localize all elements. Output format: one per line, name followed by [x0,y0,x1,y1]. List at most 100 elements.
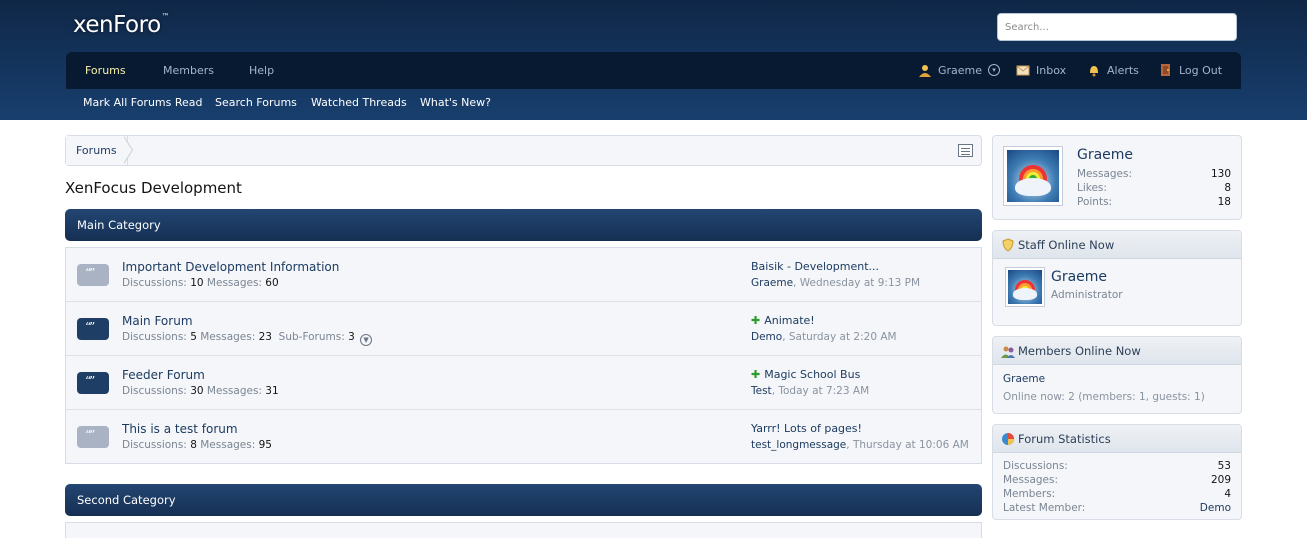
discussions-label: Discussions: [122,439,187,451]
account-username: Graeme [938,63,983,77]
forum-title[interactable]: Main Forum [122,314,193,328]
forum-read-icon[interactable] [77,426,109,448]
site-header: xenForo™ Forums Members Help Graeme ▾ In… [0,0,1307,120]
forum-node: Feeder Forum Discussions: 30 Messages: 3… [66,356,981,410]
discussions-count: 5 [190,331,197,343]
inbox-icon [1016,65,1030,76]
messages-label: Messages: [200,331,256,343]
breadcrumb-item-forums[interactable]: Forums [66,136,128,165]
forum-title[interactable]: Feeder Forum [122,368,205,382]
node-list [65,522,982,538]
stat-label: Messages: [1003,474,1059,486]
pie-chart-icon [1002,433,1014,445]
members-online-title: Members Online Now [1018,344,1141,358]
subforums-label: Sub-Forums: [278,331,345,343]
stat-value: 53 [1217,460,1231,472]
new-post-plus-icon: ✚ [751,368,761,381]
inbox-link[interactable]: Inbox [1016,63,1066,77]
new-post-plus-icon: ✚ [751,314,761,327]
forum-read-icon[interactable] [77,264,109,286]
search-input[interactable] [997,13,1237,41]
main-navigation: Forums Members Help Graeme ▾ Inbox Alert… [66,52,1241,89]
category-header[interactable]: Second Category [65,484,982,516]
last-post-time: Thursday at 10:06 AM [852,439,969,451]
visitor-stat-label: Messages: [1077,168,1133,180]
tab-help[interactable]: Help [249,64,274,77]
visitor-stat-value: 130 [1210,168,1231,180]
forum-title[interactable]: Important Development Information [122,260,339,274]
messages-count: 31 [265,385,279,397]
forum-stats: Discussions: 5 Messages: 23 Sub-Forums: … [122,331,373,346]
alerts-label: Alerts [1107,63,1139,77]
online-member-link[interactable]: Graeme [1003,373,1045,385]
staff-username[interactable]: Graeme [1051,269,1107,285]
tab-members[interactable]: Members [163,64,214,77]
account-menu[interactable]: Graeme ▾ [918,63,1001,77]
last-post-meta: test_longmessage, Thursday at 10:06 AM [751,439,969,451]
last-post-user[interactable]: Graeme [751,277,793,289]
messages-label: Messages: [206,277,262,289]
staff-online-title: Staff Online Now [1018,238,1115,252]
forum-node: This is a test forum Discussions: 8 Mess… [66,410,981,464]
logout-link[interactable]: Log Out [1159,63,1222,77]
bell-icon [1090,66,1098,77]
forum-title[interactable]: This is a test forum [122,422,238,436]
avatar[interactable] [1005,267,1045,307]
visitor-panel: Graeme Messages: 130 Likes: 8 Points: 18 [992,135,1242,220]
search-forums-link[interactable]: Search Forums [215,96,297,109]
forum-node: Important Development Information Discus… [66,248,981,302]
shield-icon [1002,238,1014,252]
last-post-title[interactable]: Yarrr! Lots of pages! [751,422,862,435]
page-title: XenFocus Development [65,179,242,197]
inbox-label: Inbox [1036,63,1067,77]
breadcrumb-separator-inner [123,136,132,164]
last-post-title[interactable]: ✚ Animate! [751,314,815,327]
visitor-stat-value: 8 [1224,182,1231,194]
discussions-count: 30 [190,385,204,397]
last-post-time: Saturday at 2:20 AM [788,331,897,343]
last-post-time: Wednesday at 9:13 PM [799,277,921,289]
discussions-count: 10 [190,277,204,289]
discussions-label: Discussions: [122,277,187,289]
messages-count: 23 [258,331,272,343]
last-post-title[interactable]: Baisik - Development... [751,260,879,273]
jump-menu-icon[interactable] [958,144,973,157]
members-online-panel: Members Online Now Graeme Online now: 2 … [992,336,1242,414]
forum-statistics-header: Forum Statistics [993,425,1241,453]
discussions-label: Discussions: [122,385,187,397]
subforums-dropdown-icon[interactable]: ▼ [360,334,373,346]
category-header[interactable]: Main Category [65,209,982,241]
latest-member-link[interactable]: Demo [1200,502,1231,514]
staff-online-header: Staff Online Now [993,231,1241,259]
visitor-username[interactable]: Graeme [1077,147,1133,163]
members-online-header: Members Online Now [993,337,1241,365]
last-post-time: Today at 7:23 AM [778,385,870,397]
last-post-title-text: Magic School Bus [764,368,861,381]
messages-count: 95 [258,439,272,451]
tab-forums[interactable]: Forums [85,64,126,77]
forum-unread-icon[interactable] [77,372,109,394]
chevron-down-icon[interactable]: ▾ [988,64,1001,76]
site-logo[interactable]: xenForo™ [73,12,170,38]
watched-threads-link[interactable]: Watched Threads [311,96,407,109]
last-post-user[interactable]: Test [751,385,772,397]
last-post-meta: Test, Today at 7:23 AM [751,385,870,397]
logo-text: xenForo [73,12,161,38]
visitor-stat-label: Likes: [1077,182,1107,194]
forum-unread-icon[interactable] [77,318,109,340]
messages-count: 60 [265,277,279,289]
visitor-stat-label: Points: [1077,196,1113,208]
last-post-title[interactable]: ✚ Magic School Bus [751,368,860,381]
stat-label: Latest Member: [1003,502,1086,514]
last-post-user[interactable]: test_longmessage [751,439,846,451]
avatar[interactable] [1003,146,1063,206]
messages-label: Messages: [200,439,256,451]
messages-label: Messages: [206,385,262,397]
door-icon [1161,64,1170,76]
whats-new-link[interactable]: What's New? [420,96,491,109]
forum-statistics-panel: Forum Statistics Discussions: 53 Message… [992,424,1242,520]
last-post-user[interactable]: Demo [751,331,782,343]
mark-all-read-link[interactable]: Mark All Forums Read [83,96,203,109]
members-icon [1001,346,1015,358]
alerts-link[interactable]: Alerts [1087,63,1139,77]
